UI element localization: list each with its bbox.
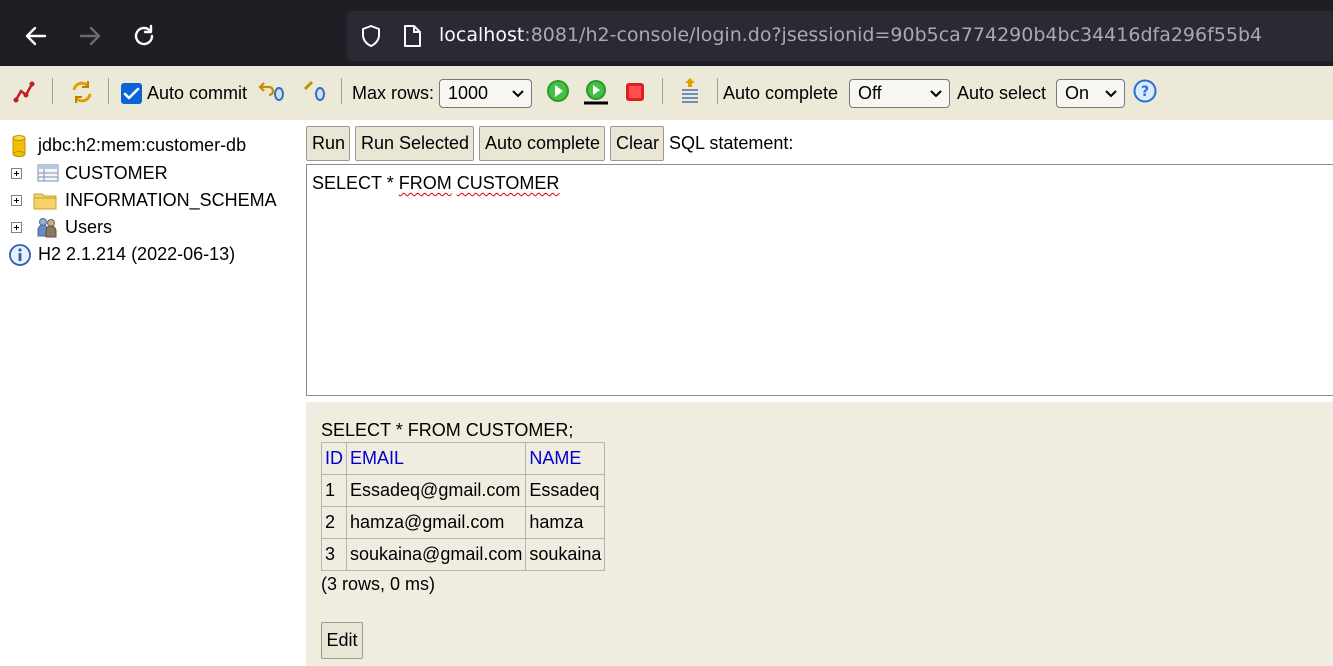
auto-complete-select[interactable]: Off bbox=[849, 79, 950, 108]
info-icon bbox=[9, 244, 31, 266]
disconnect-icon bbox=[13, 81, 35, 103]
browser-chrome: localhost:8081/h2-console/login.do?jsess… bbox=[0, 0, 1333, 66]
tree-item-label: Users bbox=[65, 217, 113, 237]
expand-icon[interactable] bbox=[11, 195, 22, 206]
run-selected-toolbar-button[interactable] bbox=[582, 78, 610, 111]
h2-toolbar: Auto commit Max rows: 1000 Auto complete… bbox=[0, 66, 1333, 120]
table-cell: soukaina bbox=[525, 538, 606, 571]
table-row: 3 soukaina@gmail.com soukaina bbox=[321, 538, 606, 571]
table-row: 2 hamza@gmail.com hamza bbox=[321, 506, 606, 539]
column-header[interactable]: NAME bbox=[525, 442, 606, 475]
result-table: ID EMAIL NAME 1 Essadeq@gmail.com Essade… bbox=[321, 442, 606, 571]
auto-select-select[interactable]: On bbox=[1056, 79, 1125, 108]
rollback-icon bbox=[258, 82, 284, 101]
arrow-left-icon bbox=[25, 26, 47, 46]
sql-token: CUSTOMER bbox=[456, 173, 560, 193]
auto-select-value: On bbox=[1065, 83, 1090, 103]
table-header-row: ID EMAIL NAME bbox=[321, 442, 606, 475]
stop-button[interactable] bbox=[625, 82, 645, 107]
auto-complete-value: Off bbox=[858, 83, 882, 103]
object-tree: jdbc:h2:mem:customer-db CUSTOMER INFORMA… bbox=[0, 120, 300, 666]
sql-text: SELECT * FROM CUSTOMER bbox=[312, 173, 559, 194]
run-selected-button[interactable]: Run Selected bbox=[355, 126, 474, 161]
sql-editor[interactable]: SELECT * FROM CUSTOMER bbox=[306, 164, 1333, 396]
auto-commit-checkbox[interactable] bbox=[121, 83, 142, 104]
auto-complete-label: Auto complete bbox=[723, 83, 839, 103]
column-header[interactable]: EMAIL bbox=[345, 442, 527, 475]
commit-button[interactable] bbox=[302, 79, 328, 108]
checkmark-icon bbox=[123, 87, 140, 100]
table-cell: soukaina@gmail.com bbox=[345, 538, 527, 571]
chevron-down-icon bbox=[512, 90, 524, 98]
reload-icon bbox=[134, 24, 154, 46]
expand-icon[interactable] bbox=[11, 222, 22, 233]
help-icon: ? bbox=[1133, 79, 1157, 103]
tree-item-label: INFORMATION_SCHEMA bbox=[65, 190, 277, 210]
max-rows-select[interactable]: 1000 bbox=[439, 79, 532, 108]
auto-complete-button[interactable]: Auto complete bbox=[479, 126, 605, 161]
svg-text:?: ? bbox=[1141, 84, 1149, 100]
clear-button[interactable]: Clear bbox=[610, 126, 664, 161]
url-host: localhost bbox=[439, 24, 525, 46]
max-rows-value: 1000 bbox=[448, 83, 489, 103]
row-count: (3 rows, 0 ms) bbox=[321, 574, 436, 594]
table-row: 1 Essadeq@gmail.com Essadeq bbox=[321, 474, 606, 507]
sql-statement-label: SQL statement: bbox=[669, 133, 794, 153]
page-icon bbox=[404, 25, 421, 47]
address-bar[interactable]: localhost:8081/h2-console/login.do?jsess… bbox=[347, 11, 1333, 61]
disconnect-button[interactable] bbox=[12, 80, 38, 109]
max-rows-label: Max rows: bbox=[352, 83, 435, 103]
play-icon bbox=[547, 80, 569, 102]
table-icon bbox=[37, 164, 59, 182]
url-text: localhost:8081/h2-console/login.do?jsess… bbox=[439, 24, 1262, 46]
column-header[interactable]: ID bbox=[321, 442, 347, 475]
version-label: H2 2.1.214 (2022-06-13) bbox=[38, 244, 236, 264]
connection-url: jdbc:h2:mem:customer-db bbox=[38, 135, 247, 155]
edit-button[interactable]: Edit bbox=[321, 622, 363, 659]
history-button[interactable] bbox=[678, 76, 702, 113]
sql-token: SELECT * bbox=[312, 173, 399, 193]
history-icon bbox=[682, 78, 698, 103]
rollback-button[interactable] bbox=[258, 79, 286, 108]
reload-button[interactable] bbox=[126, 18, 162, 54]
database-icon bbox=[12, 135, 26, 157]
auto-select-label: Auto select bbox=[957, 83, 1047, 103]
folder-icon bbox=[33, 193, 57, 210]
stop-icon bbox=[626, 83, 644, 101]
run-toolbar-button[interactable] bbox=[546, 79, 570, 108]
table-cell: 3 bbox=[321, 538, 347, 571]
executed-statement: SELECT * FROM CUSTOMER; bbox=[321, 420, 574, 440]
run-button[interactable]: Run bbox=[306, 126, 350, 161]
refresh-button[interactable] bbox=[68, 78, 96, 111]
tree-item-label: CUSTOMER bbox=[65, 163, 168, 183]
table-cell: hamza@gmail.com bbox=[345, 506, 527, 539]
back-button[interactable] bbox=[18, 18, 54, 54]
table-cell: 1 bbox=[321, 474, 347, 507]
refresh-icon bbox=[72, 81, 92, 103]
sql-token: FROM bbox=[398, 173, 452, 193]
auto-commit-label: Auto commit bbox=[147, 83, 248, 103]
arrow-right-icon bbox=[79, 26, 101, 46]
url-path: :8081/h2-console/login.do?jsessionid=90b… bbox=[524, 24, 1263, 46]
users-icon bbox=[37, 218, 57, 238]
table-cell: Essadeq bbox=[525, 474, 606, 507]
query-panel: Run Run Selected Auto complete Clear SQL… bbox=[300, 120, 1333, 402]
result-panel: SELECT * FROM CUSTOMER; ID EMAIL NAME 1 … bbox=[306, 402, 1333, 666]
forward-button[interactable] bbox=[72, 18, 108, 54]
chevron-down-icon bbox=[1105, 90, 1117, 98]
commit-icon bbox=[303, 80, 325, 101]
table-cell: hamza bbox=[525, 506, 606, 539]
expand-icon[interactable] bbox=[11, 168, 22, 179]
shield-icon bbox=[362, 25, 380, 47]
help-button[interactable]: ? bbox=[1133, 79, 1157, 108]
table-cell: Essadeq@gmail.com bbox=[345, 474, 527, 507]
chevron-down-icon bbox=[930, 90, 942, 98]
play-selected-icon bbox=[584, 80, 608, 105]
table-cell: 2 bbox=[321, 506, 347, 539]
